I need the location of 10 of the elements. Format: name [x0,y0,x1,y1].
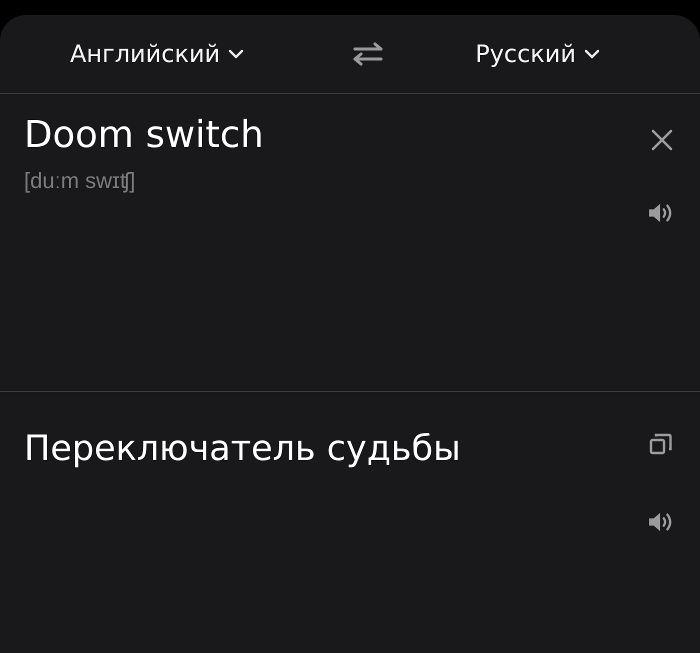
chevron-down-icon [228,49,244,59]
source-text[interactable]: Doom switch [24,112,264,158]
language-selector[interactable]: Английский [70,40,244,68]
translation-text: Переключатель судьбы [24,428,461,471]
language-selector[interactable]: Русский [475,40,600,68]
chevron-down-icon [584,49,600,59]
copy-icon[interactable] [649,432,673,456]
transcription: [duːm swɪʧ] [24,168,136,194]
swap-icon[interactable] [352,42,385,66]
close-icon[interactable] [650,128,674,152]
